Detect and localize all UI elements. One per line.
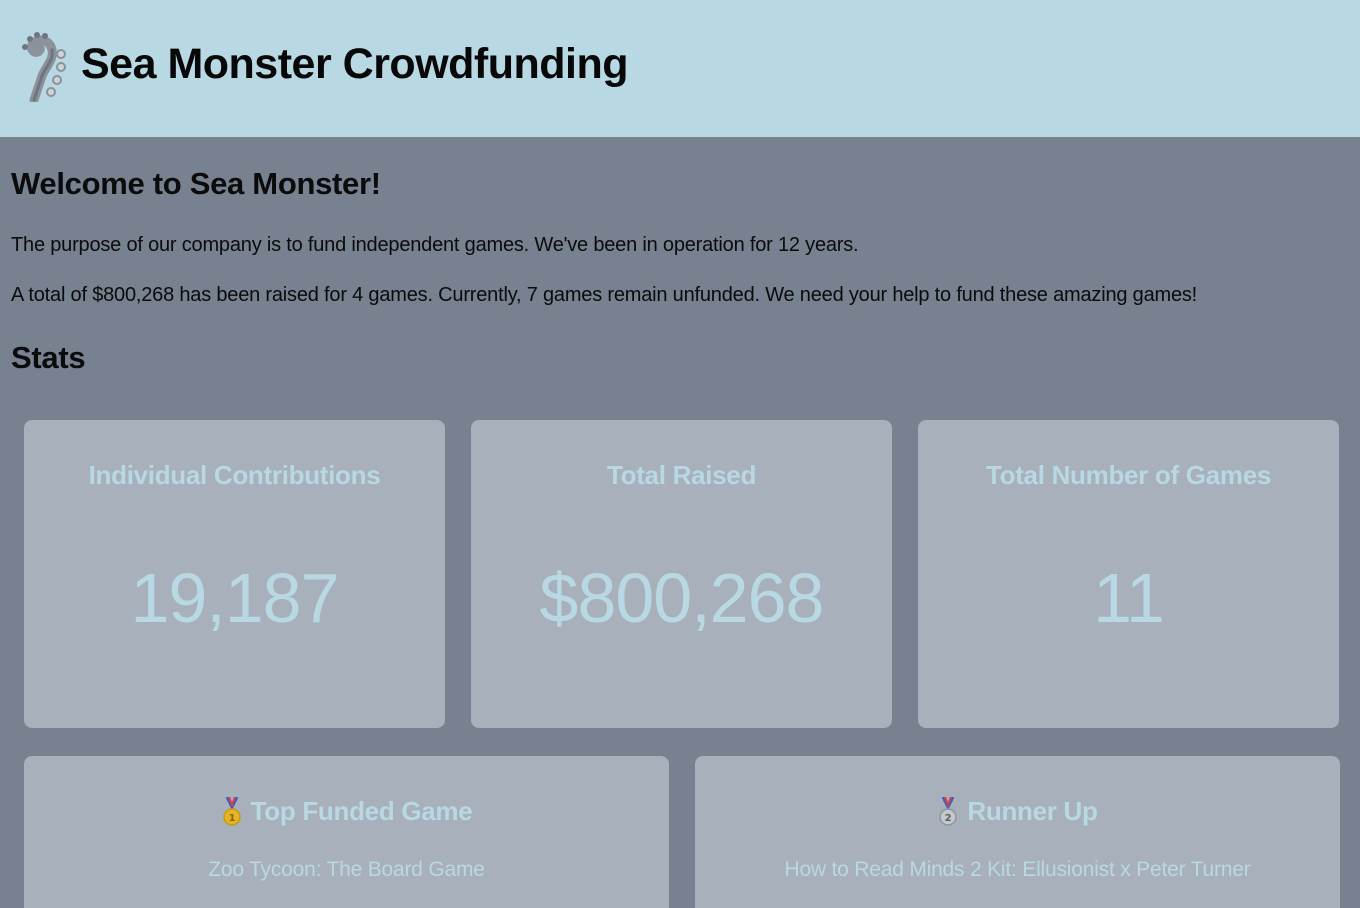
gold-medal-icon: 1 (221, 796, 243, 827)
stat-card-value: 19,187 (130, 559, 339, 637)
summary-paragraph: A total of $800,268 has been raised for … (11, 284, 1198, 306)
top-funded-card: 1 Top Funded Game Zoo Tycoon: The Board … (24, 756, 669, 908)
site-header: Sea Monster Crowdfunding (0, 0, 1360, 137)
top-funded-label: Top Funded Game (250, 796, 473, 826)
stat-card-contributions: Individual Contributions 19,187 (24, 420, 445, 728)
app-title: Sea Monster Crowdfunding (81, 40, 629, 88)
stat-card-total-raised: Total Raised $800,268 (471, 420, 892, 728)
stat-card-value: $800,268 (539, 559, 825, 637)
stat-card-label: Total Raised (606, 460, 757, 490)
runner-up-label: Runner Up (967, 796, 1098, 826)
tentacle-logo-icon[interactable] (20, 30, 72, 105)
welcome-title: Welcome to Sea Monster! (11, 166, 381, 201)
top-funded-heading: 1 Top Funded Game (24, 796, 669, 827)
stats-title: Stats (11, 340, 86, 375)
runner-up-game[interactable]: How to Read Minds 2 Kit: Ellusionist x P… (695, 858, 1340, 882)
runner-up-card: 2 Runner Up How to Read Minds 2 Kit: Ell… (695, 756, 1340, 908)
stat-card-label: Total Number of Games (985, 460, 1272, 490)
intro-paragraph: The purpose of our company is to fund in… (11, 234, 859, 256)
silver-medal-icon: 2 (937, 796, 959, 827)
svg-text:1: 1 (228, 813, 235, 824)
runner-up-heading: 2 Runner Up (695, 796, 1340, 827)
stat-card-value: 11 (1093, 559, 1165, 637)
top-funded-game[interactable]: Zoo Tycoon: The Board Game (24, 858, 669, 882)
stat-card-total-games: Total Number of Games 11 (918, 420, 1339, 728)
stat-card-label: Individual Contributions (88, 460, 381, 490)
svg-text:2: 2 (945, 813, 952, 824)
